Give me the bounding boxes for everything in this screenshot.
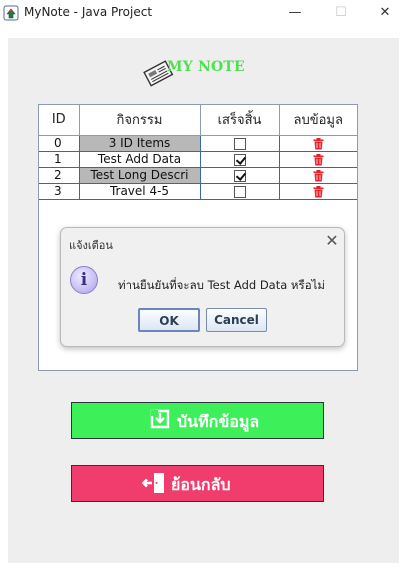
row-activity[interactable]: Travel 4-5 — [79, 183, 201, 200]
column-header-done[interactable]: เสร็จสิ้น — [200, 105, 280, 136]
dialog-close-button[interactable]: ✕ — [323, 231, 341, 250]
table-row[interactable]: 0 3 ID Items — [39, 135, 357, 153]
dialog-title: แจ้งเตือน — [69, 239, 113, 252]
delete-trash-icon[interactable] — [313, 185, 324, 201]
table-row[interactable]: 3 Travel 4-5 — [39, 183, 357, 201]
cancel-button[interactable]: Cancel — [206, 308, 267, 332]
close-window-button[interactable]: ✕ — [362, 0, 405, 26]
maximize-button[interactable]: ☐ — [318, 0, 364, 26]
done-checkbox[interactable] — [233, 137, 246, 150]
logo-text: MY NOTE — [167, 59, 245, 75]
table-row[interactable]: 1 Test Add Data — [39, 151, 357, 169]
notes-table: ID กิจกรรม เสร็จสิ้น ลบข้อมูล 0 3 ID Ite… — [39, 105, 357, 200]
row-activity[interactable]: 3 ID Items — [79, 135, 201, 152]
delete-trash-icon[interactable] — [313, 153, 324, 169]
back-button[interactable]: ย้อนกลับ — [71, 465, 324, 502]
done-checkbox[interactable] — [233, 169, 246, 182]
back-button-label: ย้อนกลับ — [171, 475, 231, 494]
dialog-message: ท่านยืนยันที่จะลบ Test Add Data หรือไม่ — [118, 278, 325, 292]
window-title: MyNote - Java Project — [24, 5, 153, 19]
column-header-activity[interactable]: กิจกรรม — [79, 105, 201, 136]
confirm-dialog: แจ้งเตือน ✕ i ท่านยืนยันที่จะลบ Test Add… — [60, 227, 345, 347]
row-activity[interactable]: Test Long Descri — [79, 167, 201, 184]
delete-trash-icon[interactable] — [313, 169, 324, 185]
app-window: MyNote - Java Project — ☐ ✕ MY NOTE ID ก… — [0, 0, 405, 571]
logo: MY NOTE — [142, 56, 272, 90]
row-id: 3 — [39, 183, 80, 200]
row-id: 2 — [39, 167, 80, 184]
minimize-button[interactable]: — — [272, 0, 318, 26]
table-header: ID กิจกรรม เสร็จสิ้น ลบข้อมูล — [39, 105, 357, 136]
column-header-id[interactable]: ID — [39, 105, 80, 136]
row-activity[interactable]: Test Add Data — [79, 151, 201, 168]
ok-button[interactable]: OK — [138, 308, 200, 332]
delete-trash-icon[interactable] — [313, 137, 324, 153]
table-row[interactable]: 2 Test Long Descri — [39, 167, 357, 185]
row-id: 1 — [39, 151, 80, 168]
save-button-label: บันทึกข้อมูล — [177, 412, 260, 431]
exit-door-icon — [142, 473, 164, 493]
save-button[interactable]: บันทึกข้อมูล — [71, 402, 324, 439]
save-icon — [150, 409, 170, 429]
row-id: 0 — [39, 135, 80, 152]
info-icon: i — [70, 266, 98, 294]
column-header-delete[interactable]: ลบข้อมูล — [279, 105, 357, 136]
done-checkbox[interactable] — [233, 153, 246, 166]
title-bar[interactable]: MyNote - Java Project — ☐ ✕ — [0, 0, 405, 26]
done-checkbox[interactable] — [233, 185, 246, 198]
java-app-icon — [3, 5, 19, 21]
